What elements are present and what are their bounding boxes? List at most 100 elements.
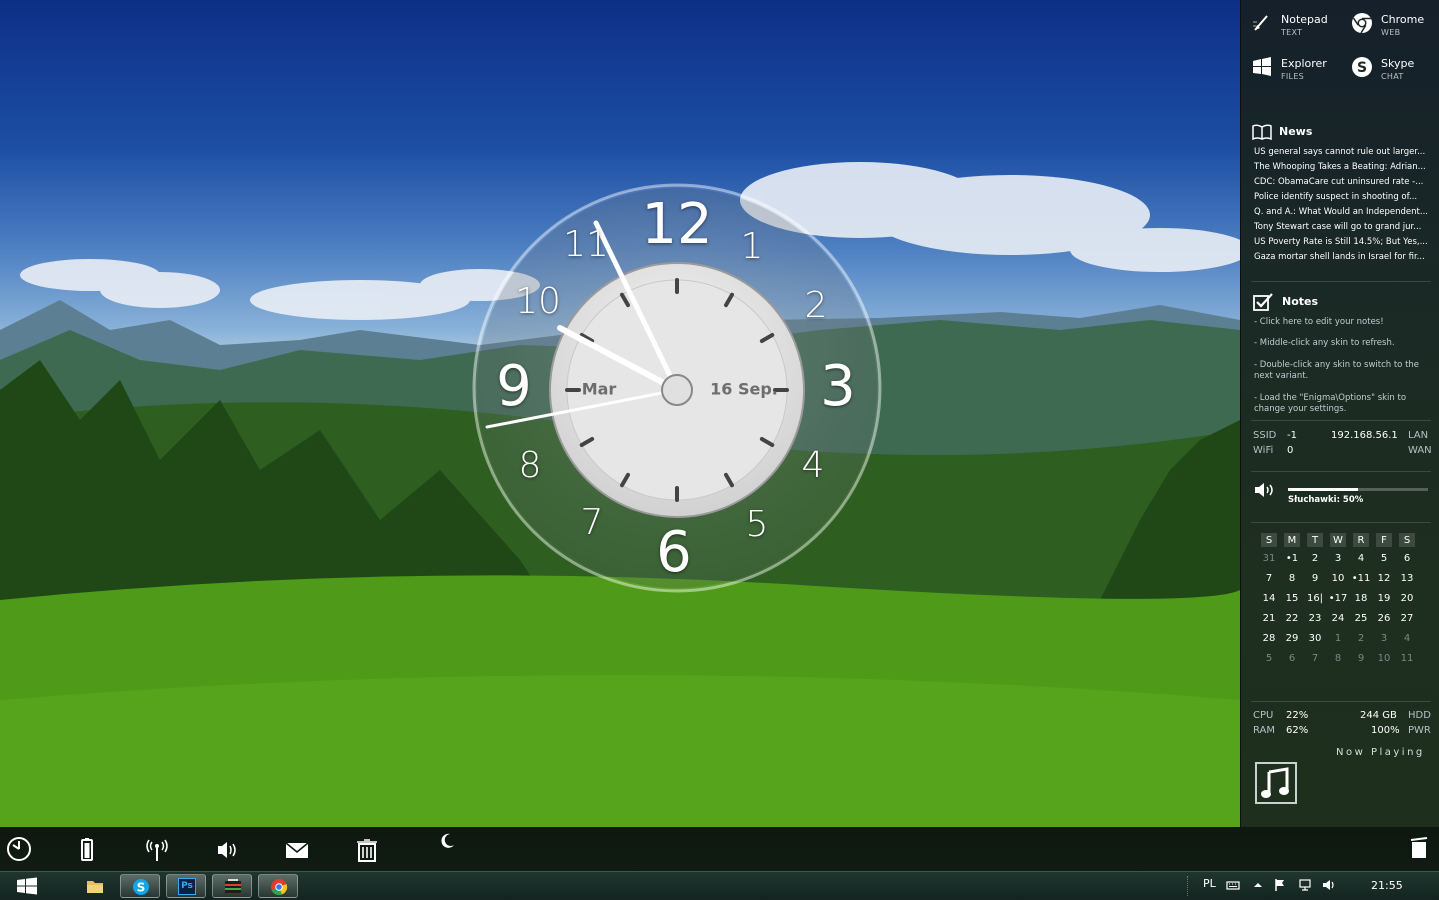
calendar-day[interactable]: 10 xyxy=(1373,653,1395,664)
volume-icon[interactable] xyxy=(215,837,241,863)
taskbar-skype[interactable]: S xyxy=(120,874,160,898)
note-item[interactable]: - Double-click any skin to switch to the… xyxy=(1254,360,1432,382)
volume-slider-fill xyxy=(1288,488,1358,491)
launcher-chrome[interactable]: Chrome WEB xyxy=(1345,2,1439,42)
calendar-day[interactable]: •17 xyxy=(1327,593,1349,604)
calendar-day[interactable]: 9 xyxy=(1304,573,1326,584)
wireless-icon[interactable] xyxy=(144,837,170,863)
note-item[interactable]: - Click here to edit your notes! xyxy=(1254,317,1432,328)
calendar-day[interactable]: 28 xyxy=(1258,633,1280,644)
start-button[interactable] xyxy=(16,876,38,896)
ram-label: RAM xyxy=(1253,725,1276,736)
calendar-day[interactable]: 15 xyxy=(1281,593,1303,604)
calendar-day[interactable]: 16| xyxy=(1304,593,1326,604)
keyboard-icon[interactable] xyxy=(1226,878,1240,892)
analog-clock-widget[interactable]: 12 1 2 3 4 5 6 7 8 9 10 11 Mar 16 Sep. xyxy=(472,183,882,593)
calendar-day[interactable]: 29 xyxy=(1281,633,1303,644)
calendar-weekday: T xyxy=(1311,535,1319,546)
calendar-day[interactable]: 19 xyxy=(1373,593,1395,604)
network-icon[interactable] xyxy=(1298,878,1312,892)
action-center-flag-icon[interactable] xyxy=(1273,878,1287,892)
taskbar-photoshop[interactable]: Ps xyxy=(166,874,206,898)
clock-hub xyxy=(661,374,693,406)
tray-clock[interactable]: 21:55 xyxy=(1371,879,1403,892)
moon-icon[interactable] xyxy=(437,831,457,851)
calendar-day[interactable]: 5 xyxy=(1258,653,1280,664)
calendar-day[interactable]: 14 xyxy=(1258,593,1280,604)
show-hidden-icons-icon[interactable] xyxy=(1251,878,1265,892)
calendar-day[interactable]: 2 xyxy=(1350,633,1372,644)
note-item[interactable]: - Load the "Enigma\Options" skin to chan… xyxy=(1254,393,1432,415)
news-item[interactable]: US Poverty Rate is Still 14.5%; But Yes,… xyxy=(1254,237,1432,247)
trash-icon[interactable] xyxy=(354,837,380,863)
calendar-day[interactable]: 2 xyxy=(1304,553,1326,564)
calendar-day[interactable]: 4 xyxy=(1396,633,1418,644)
launcher-name: Chrome xyxy=(1381,13,1425,26)
calendar-day[interactable]: 20 xyxy=(1396,593,1418,604)
calendar-day[interactable]: 12 xyxy=(1373,573,1395,584)
calendar-day[interactable]: 22 xyxy=(1281,613,1303,624)
language-indicator[interactable]: PL xyxy=(1203,877,1216,890)
news-item[interactable]: Gaza mortar shell lands in Israel for fi… xyxy=(1254,252,1432,262)
volume-tray-icon[interactable] xyxy=(1322,878,1336,892)
calendar-day[interactable]: 5 xyxy=(1373,553,1395,564)
taskbar-app[interactable] xyxy=(212,874,252,898)
calendar-day[interactable]: 3 xyxy=(1373,633,1395,644)
cpu-value: 22% xyxy=(1286,710,1309,721)
calendar-weekday: S xyxy=(1265,535,1273,546)
calendar-day[interactable]: •1 xyxy=(1281,553,1303,564)
calendar-day[interactable]: 13 xyxy=(1396,573,1418,584)
calendar-day[interactable]: 4 xyxy=(1350,553,1372,564)
battery-icon[interactable] xyxy=(74,837,100,863)
calendar-day[interactable]: 7 xyxy=(1304,653,1326,664)
taskbar-explorer[interactable] xyxy=(75,874,115,898)
dock-bar xyxy=(0,827,1439,871)
calendar-day[interactable]: 8 xyxy=(1327,653,1349,664)
calendar-day[interactable]: 7 xyxy=(1258,573,1280,584)
note-item[interactable]: - Middle-click any skin to refresh. xyxy=(1254,338,1432,349)
news-item[interactable]: CDC: ObamaCare cut uninsured rate -... xyxy=(1254,177,1432,187)
calendar-day[interactable]: 18 xyxy=(1350,593,1372,604)
calendar-day[interactable]: •11 xyxy=(1350,573,1372,584)
wifi-value: 0 xyxy=(1287,445,1294,456)
calendar-day[interactable]: 3 xyxy=(1327,553,1349,564)
news-item[interactable]: Tony Stewart case will go to grand jur..… xyxy=(1254,222,1432,232)
launcher-explorer[interactable]: Explorer FILES xyxy=(1245,46,1340,86)
calendar-day[interactable]: 24 xyxy=(1327,613,1349,624)
calendar-day[interactable]: 23 xyxy=(1304,613,1326,624)
clock-number-9: 9 xyxy=(496,354,532,419)
calendar-weekday: W xyxy=(1333,535,1343,546)
news-item[interactable]: The Whooping Takes a Beating: Adrian... xyxy=(1254,162,1432,172)
calendar-day[interactable]: 26 xyxy=(1373,613,1395,624)
calendar-day[interactable]: 6 xyxy=(1396,553,1418,564)
clock-icon[interactable] xyxy=(6,836,32,862)
calendar-day[interactable]: 21 xyxy=(1258,613,1280,624)
clock-number-1: 1 xyxy=(740,226,764,267)
calendar-day[interactable]: 27 xyxy=(1396,613,1418,624)
clock-number-7: 7 xyxy=(580,502,604,543)
calendar-day[interactable]: 31 xyxy=(1258,553,1280,564)
news-item[interactable]: Police identify suspect in shooting of..… xyxy=(1254,192,1432,202)
launcher-notepad[interactable]: Notepad TEXT xyxy=(1245,2,1340,42)
news-item[interactable]: US general says cannot rule out larger..… xyxy=(1254,147,1432,157)
calendar-day[interactable]: 11 xyxy=(1396,653,1418,664)
launcher-skype[interactable]: S Skype CHAT xyxy=(1345,46,1439,86)
hdd-value: 244 GB xyxy=(1360,710,1397,721)
now-playing-button[interactable] xyxy=(1255,762,1297,804)
calendar-day[interactable]: 9 xyxy=(1350,653,1372,664)
calendar-day[interactable]: 8 xyxy=(1281,573,1303,584)
skype-icon: S xyxy=(1352,57,1372,77)
mail-icon[interactable] xyxy=(284,837,310,863)
volume-slider[interactable] xyxy=(1288,488,1428,491)
calendar-day[interactable]: 6 xyxy=(1281,653,1303,664)
recycle-bin-icon[interactable] xyxy=(1408,835,1430,859)
speaker-icon[interactable] xyxy=(1253,481,1277,499)
calendar-day[interactable]: 1 xyxy=(1327,633,1349,644)
calendar-day[interactable]: 10 xyxy=(1327,573,1349,584)
windows-taskbar: S Ps PL 21:55 xyxy=(0,871,1439,900)
taskbar-chrome[interactable] xyxy=(258,874,298,898)
news-item[interactable]: Q. and A.: What Would an Independent... xyxy=(1254,207,1432,217)
calendar-day[interactable]: 25 xyxy=(1350,613,1372,624)
clock-number-4: 4 xyxy=(801,445,825,486)
calendar-day[interactable]: 30 xyxy=(1304,633,1326,644)
